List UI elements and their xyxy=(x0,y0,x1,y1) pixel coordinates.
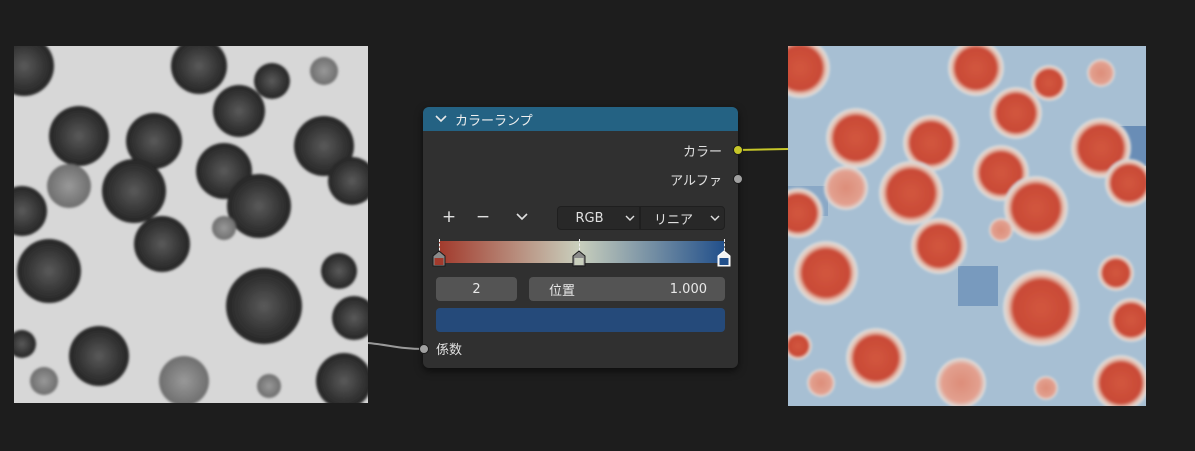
interpolation-dropdown[interactable]: リニア xyxy=(640,206,725,230)
node-title: カラーランプ xyxy=(455,113,533,129)
interpolation-value: リニア xyxy=(653,212,693,228)
active-stop-index-field[interactable]: 2 xyxy=(436,277,517,301)
color-mode-dropdown[interactable]: RGB xyxy=(557,206,640,230)
chevron-down-icon xyxy=(516,213,528,221)
stop-position-value: 1.000 xyxy=(669,281,707,297)
output-link xyxy=(737,148,789,151)
color-mode-value: RGB xyxy=(575,210,604,226)
grayscale-circles-image xyxy=(14,46,368,403)
active-stop-index-value: 2 xyxy=(472,281,481,297)
output-alpha-label: アルファ xyxy=(670,174,722,189)
output-alpha-socket[interactable] xyxy=(733,174,743,184)
input-factor-label: 係数 xyxy=(436,343,463,358)
add-stop-button[interactable]: + xyxy=(439,207,459,227)
output-texture-preview xyxy=(788,46,1146,406)
ramp-stop-handle[interactable] xyxy=(717,250,731,267)
ramp-stop-handle[interactable] xyxy=(572,250,586,267)
chevron-down-icon xyxy=(706,215,724,222)
colored-circles-image xyxy=(788,46,1146,406)
active-stop-color-swatch[interactable] xyxy=(436,308,725,332)
output-color-socket[interactable] xyxy=(733,145,743,155)
chevron-down-icon xyxy=(621,215,639,222)
output-color-label: カラー xyxy=(682,145,722,160)
ramp-stop-handle[interactable] xyxy=(432,250,446,267)
color-ramp-node[interactable]: カラーランプ カラー アルファ + − RGB リニア 2 位置 1.000 係… xyxy=(419,107,743,368)
input-factor-socket[interactable] xyxy=(419,344,429,354)
remove-stop-button[interactable]: − xyxy=(473,207,493,227)
node-header[interactable]: カラーランプ xyxy=(423,107,738,131)
stop-position-label: 位置 xyxy=(549,283,576,299)
input-link xyxy=(367,342,425,350)
chevron-down-icon[interactable] xyxy=(435,112,449,126)
input-texture-preview xyxy=(14,46,368,403)
ramp-menu-button[interactable] xyxy=(512,207,532,227)
stop-position-field[interactable]: 位置 1.000 xyxy=(529,277,725,301)
